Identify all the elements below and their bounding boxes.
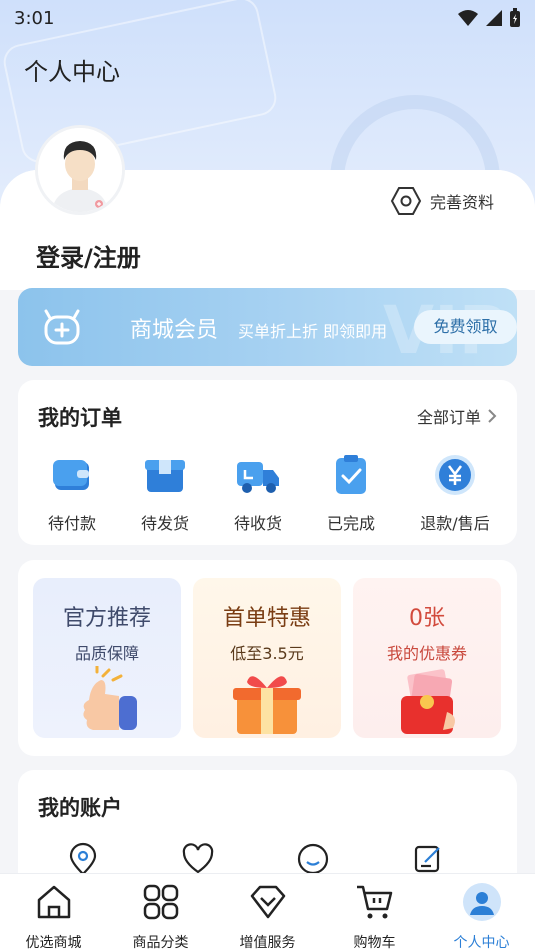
orders-title: 我的订单 — [38, 406, 122, 430]
tab-label: 优选商城 — [25, 935, 82, 951]
avatar[interactable] — [35, 125, 125, 215]
battery-icon — [510, 8, 520, 27]
wifi-icon — [458, 10, 478, 26]
coupon-count: 0张 — [409, 606, 445, 631]
heart-icon[interactable] — [181, 842, 215, 876]
avatar-image — [38, 128, 122, 212]
promo-title: 首单特惠 — [222, 606, 311, 631]
status-time: 3:01 — [14, 7, 55, 29]
all-orders-link[interactable]: 全部订单 — [417, 404, 497, 428]
tab-label: 个人中心 — [453, 935, 510, 951]
page-title: 个人中心 — [24, 58, 120, 86]
cart-icon — [356, 885, 392, 919]
first-order-deal-tile[interactable]: 首单特惠 低至3.5元 — [193, 578, 341, 738]
wallet-icon — [53, 460, 89, 490]
thumbs-up-icon — [83, 666, 137, 730]
grid-icon — [143, 884, 178, 920]
member-title: 商城会员 — [130, 318, 219, 343]
order-pending-receipt[interactable]: 待收货 — [213, 452, 303, 534]
signal-icon — [486, 10, 502, 26]
order-pending-payment[interactable]: 待付款 — [27, 452, 117, 534]
tab-home[interactable]: 优选商城 — [0, 882, 107, 951]
location-icon[interactable] — [66, 842, 100, 876]
diamond-icon — [250, 885, 285, 919]
chevron-right-icon — [488, 409, 497, 423]
official-recommend-tile[interactable]: 官方推荐 品质保障 — [33, 578, 181, 738]
tab-profile[interactable]: 个人中心 — [428, 882, 535, 951]
yuan-refund-icon — [435, 455, 475, 495]
gift-box-icon — [233, 676, 301, 734]
chat-icon[interactable] — [296, 842, 330, 876]
order-completed[interactable]: 已完成 — [306, 452, 396, 534]
all-orders-label: 全部订单 — [416, 408, 481, 427]
order-refund-aftersales[interactable]: 退款/售后 — [410, 452, 500, 534]
order-label: 待收货 — [233, 514, 282, 533]
member-plus-icon — [44, 309, 80, 345]
promo-card: 官方推荐 品质保障 首单特惠 低至3.5元 0张 我的优惠券 — [18, 560, 517, 756]
tab-label: 商品分类 — [132, 935, 189, 951]
profile-icon — [462, 883, 501, 921]
status-icons — [457, 8, 521, 28]
box-icon — [145, 460, 185, 492]
red-envelope-icon — [401, 669, 455, 734]
promo-subtitle: 低至3.5元 — [230, 644, 304, 663]
edit-profile-button[interactable]: 完善资料 — [390, 186, 494, 216]
truck-icon — [237, 462, 279, 493]
order-pending-shipment[interactable]: 待发货 — [120, 452, 210, 534]
member-banner[interactable]: VIP 商城会员 买单折上折 即领即用 免费领取 — [18, 288, 517, 366]
edit-profile-label: 完善资料 — [430, 193, 495, 212]
edit-note-icon[interactable] — [411, 842, 445, 876]
check-clipboard-icon — [336, 455, 366, 494]
account-title: 我的账户 — [38, 796, 122, 820]
bottom-tab-bar: 优选商城 商品分类 增值服务 购物车 个人中心 — [0, 873, 535, 951]
order-label: 退款/售后 — [420, 514, 490, 533]
free-claim-button[interactable]: 免费领取 — [414, 310, 517, 344]
tab-value-added[interactable]: 增值服务 — [214, 882, 321, 951]
tab-label: 购物车 — [353, 935, 396, 951]
login-register-link[interactable]: 登录/注册 — [36, 238, 141, 273]
promo-subtitle: 我的优惠券 — [386, 644, 467, 663]
promo-subtitle: 品质保障 — [74, 644, 139, 663]
order-label: 待付款 — [47, 514, 96, 533]
order-label: 已完成 — [326, 514, 375, 533]
status-bar: 3:01 — [0, 0, 535, 36]
home-icon — [37, 885, 70, 919]
tab-cart[interactable]: 购物车 — [321, 882, 428, 951]
tab-categories[interactable]: 商品分类 — [107, 882, 214, 951]
tab-label: 增值服务 — [239, 935, 296, 951]
promo-title: 官方推荐 — [62, 606, 151, 631]
my-coupons-tile[interactable]: 0张 我的优惠券 — [353, 578, 501, 738]
orders-card: 我的订单 全部订单 待付款 待发货 待收货 已完成 退款/售后 — [18, 380, 517, 545]
hexagon-settings-icon — [390, 187, 422, 215]
order-label: 待发货 — [140, 514, 189, 533]
member-subtitle: 买单折上折 即领即用 — [238, 322, 388, 341]
